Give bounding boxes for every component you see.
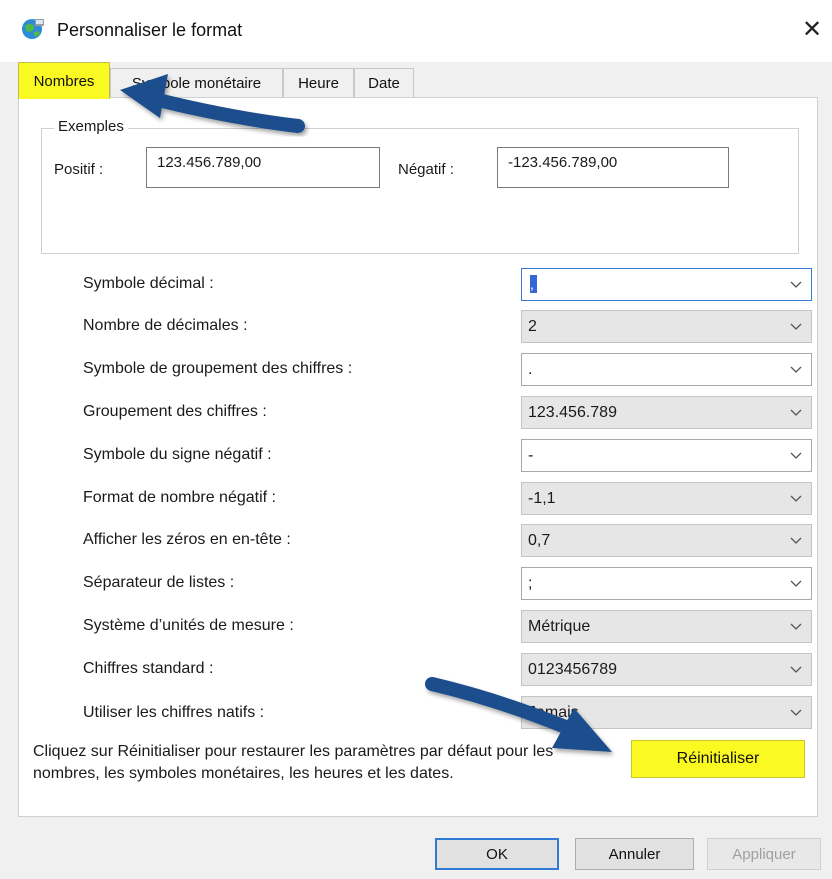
selected-value: 2 [528,317,537,335]
selected-value: . [528,360,533,378]
native-digits-label: Utiliser les chiffres natifs : [83,704,265,721]
selected-value: ; [528,574,533,592]
list-separator-label: Séparateur de listes : [83,574,235,591]
selected-value: Métrique [528,617,591,635]
standard-digits-label: Chiffres standard : [83,660,214,677]
decimal-symbol-label: Symbole décimal : [83,275,214,292]
reset-info-text: Cliquez sur Réinitialiser pour restaurer… [33,743,554,782]
apply-button: Appliquer [707,838,821,870]
window-title: Personnaliser le format [57,20,243,40]
tab-date[interactable]: Date [354,68,414,98]
tab-symbole-monetaire[interactable]: Symbole monétaire [110,68,283,98]
chevron-down-icon [790,281,802,288]
digit-grouping-label: Groupement des chiffres : [83,403,267,420]
leading-zero-label: Afficher les zéros en en-tête : [83,531,291,548]
selected-value: 123.456.789 [528,403,617,421]
positive-example: 123.456.789,00 [146,147,380,188]
title-bar: Personnaliser le format ✕ [0,0,832,62]
tab-heure[interactable]: Heure [283,68,354,98]
reset-button[interactable]: Réinitialiser [631,740,805,778]
tab-label: Heure [298,75,339,92]
measurement-system-select[interactable]: Métrique [521,610,812,643]
measurement-system-label: Système d’unités de mesure : [83,617,294,634]
ok-button[interactable]: OK [435,838,559,870]
decimal-symbol-select[interactable]: , [521,268,812,301]
negative-format-label: Format de nombre négatif : [83,489,276,506]
selected-value: - [528,446,534,464]
negative-sign-select[interactable]: - [521,439,812,472]
chevron-down-icon [790,409,802,416]
digit-grouping-select[interactable]: 123.456.789 [521,396,812,429]
native-digits-select[interactable]: Jamais [521,696,812,729]
chevron-down-icon [790,537,802,544]
tab-nombres[interactable]: Nombres [18,62,110,99]
cancel-button[interactable]: Annuler [575,838,694,870]
selected-value: 0123456789 [528,660,617,678]
chevron-down-icon [790,452,802,459]
standard-digits-select[interactable]: 0123456789 [521,653,812,686]
negative-format-select[interactable]: -1,1 [521,482,812,515]
chevron-down-icon [790,709,802,716]
selected-value: 0,7 [528,531,551,549]
negative-sign-label: Symbole du signe négatif : [83,446,272,463]
negative-example: -123.456.789,00 [497,147,729,188]
grouping-symbol-label: Symbole de groupement des chiffres : [83,360,353,377]
chevron-down-icon [790,623,802,630]
positive-label: Positif : [54,161,104,178]
tab-label: Symbole monétaire [131,75,262,92]
chevron-down-icon [790,323,802,330]
decimal-count-label: Nombre de décimales : [83,317,248,334]
chevron-down-icon [790,366,802,373]
list-separator-select[interactable]: ; [521,567,812,600]
grouping-symbol-select[interactable]: . [521,353,812,386]
tab-label: Nombres [33,72,95,90]
tab-panel-nombres: Exemples Positif : 123.456.789,00 Négati… [18,97,818,817]
globe-network-icon [22,19,44,39]
selected-value: , [530,275,537,293]
leading-zero-select[interactable]: 0,7 [521,524,812,557]
chevron-down-icon [790,580,802,587]
close-icon: ✕ [801,15,823,43]
examples-group: Exemples Positif : 123.456.789,00 Négati… [41,118,799,254]
tab-label: Date [368,75,400,92]
close-button[interactable]: ✕ [797,14,827,44]
negative-label: Négatif : [398,161,454,178]
examples-legend: Exemples [54,118,128,135]
selected-value: -1,1 [528,489,556,507]
chevron-down-icon [790,666,802,673]
chevron-down-icon [790,495,802,502]
selected-value: Jamais [528,703,579,721]
decimal-count-select[interactable]: 2 [521,310,812,343]
format-dialog: Personnaliser le format ✕ Nombres Symbol… [0,0,832,879]
